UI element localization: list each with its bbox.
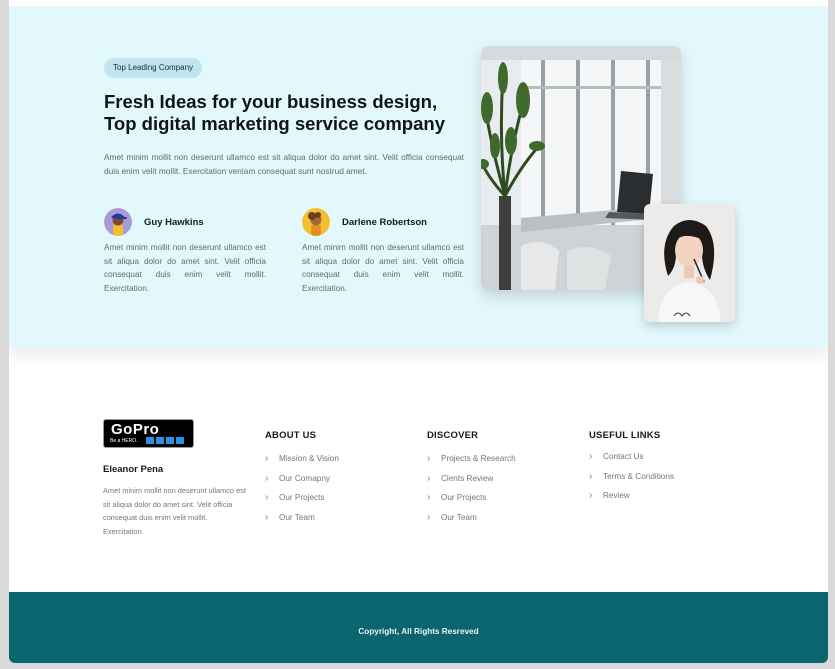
hero-lead-text: Amet minim mollit non deserunt ullamco e… (104, 152, 464, 176)
copyright-bar: Copyright, All Rights Resreved (9, 592, 828, 663)
footer-name: Eleanor Pena (103, 464, 164, 475)
logo-square (166, 437, 174, 444)
useful-links: › Contact Us › Terms & Conditions › Review (589, 447, 674, 506)
testimonial-guy-hawkins: Guy Hawkins Amet minim mollit non deseru… (104, 208, 266, 295)
footer-link[interactable]: › Our Comapny (265, 469, 339, 489)
chevron-right-icon: › (589, 490, 593, 502)
footer-link[interactable]: › Our Team (265, 508, 339, 528)
company-badge: Top Leading Company (104, 58, 203, 78)
logo-square (146, 437, 154, 444)
chevron-right-icon: › (589, 451, 593, 463)
gopro-logo[interactable]: GoPro Be a HERO. (103, 419, 194, 448)
person-description: Amet minim mollit non deserunt ullamco e… (104, 243, 266, 293)
copyright-text: Copyright, All Rights Resreved (358, 627, 479, 636)
avatar-darlene-robertson (302, 208, 330, 236)
chevron-right-icon: › (265, 453, 269, 465)
page-frame: Top Leading Company Fresh Ideas for your… (9, 0, 828, 663)
chevron-right-icon: › (427, 472, 431, 484)
logo-square (176, 437, 184, 444)
footer-link[interactable]: › Contact Us (589, 447, 674, 467)
person-name: Guy Hawkins (144, 216, 204, 228)
footer-link[interactable]: › Terms & Conditions (589, 467, 674, 487)
logo-tagline: Be a HERO. (110, 438, 138, 444)
footer-link[interactable]: › Projects & Research (427, 449, 516, 469)
footer-link[interactable]: › Our Projects (427, 488, 516, 508)
footer-link[interactable]: › Mission & Vision (265, 449, 339, 469)
woman-portrait-photo (644, 204, 735, 322)
person-name: Darlene Robertson (342, 216, 427, 228)
footer-link[interactable]: › Our Projects (265, 488, 339, 508)
chevron-right-icon: › (589, 470, 593, 482)
avatar-guy-hawkins (104, 208, 132, 236)
footer-description: Amet minim mollit non deserunt ullamco e… (103, 486, 246, 536)
chevron-right-icon: › (265, 472, 269, 484)
chevron-right-icon: › (427, 511, 431, 523)
chevron-right-icon: › (427, 453, 431, 465)
footer-heading-discover: DISCOVER (427, 430, 479, 441)
hero-headline: Fresh Ideas for your business design, To… (104, 91, 445, 134)
footer-link[interactable]: › Review (589, 486, 674, 506)
footer-heading-about-us: ABOUT US (265, 430, 317, 441)
about-us-links: › Mission & Vision › Our Comapny › Our Proj… (265, 449, 339, 527)
person-description: Amet minim mollit non deserunt ullamco e… (302, 243, 464, 293)
logo-wordmark: GoPro (111, 421, 160, 438)
discover-links: › Projects & Research › Clents Review › Our… (427, 449, 516, 527)
testimonial-darlene-robertson: Darlene Robertson Amet minim mollit non … (302, 208, 464, 295)
chevron-right-icon: › (265, 511, 269, 523)
logo-square (156, 437, 164, 444)
footer-link[interactable]: › Our Team (427, 508, 516, 528)
footer-link[interactable]: › Clents Review (427, 469, 516, 489)
chevron-right-icon: › (427, 492, 431, 504)
chevron-right-icon: › (265, 492, 269, 504)
hero-section: Top Leading Company Fresh Ideas for your… (9, 6, 828, 348)
footer-heading-useful-links: USEFUL LINKS (589, 430, 661, 441)
